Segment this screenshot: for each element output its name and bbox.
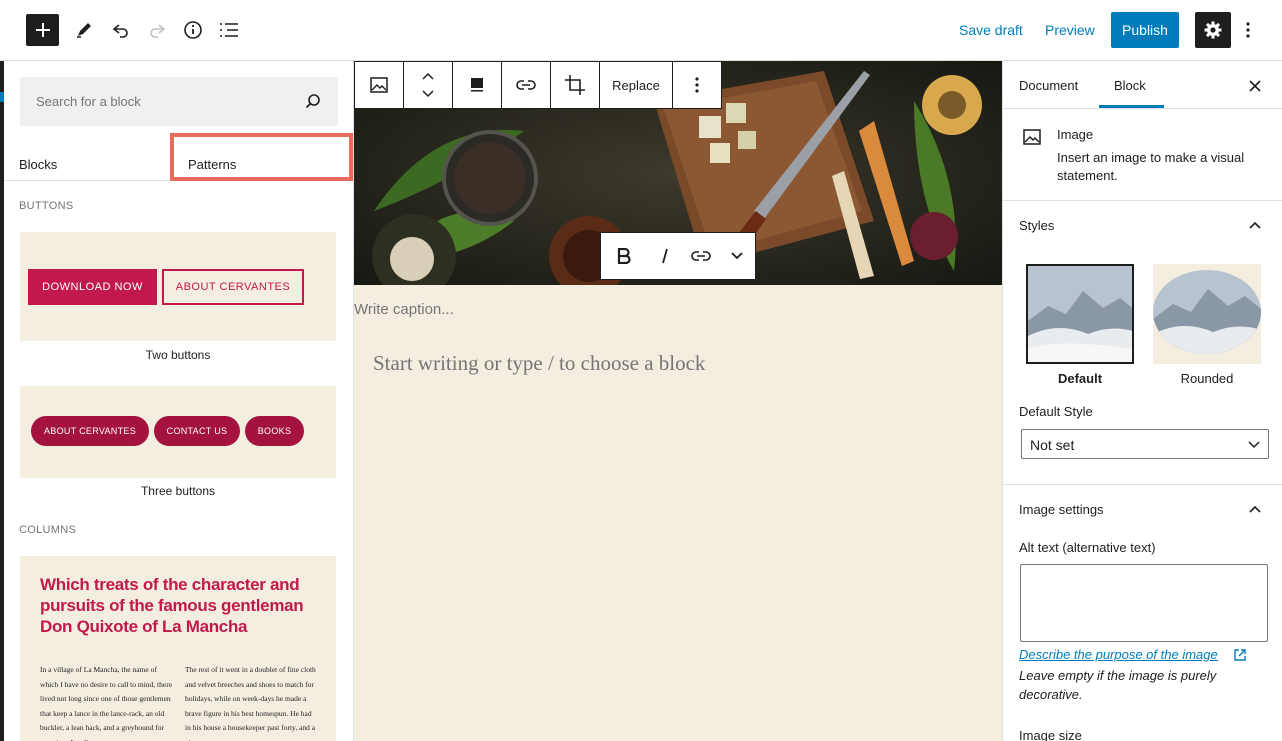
tab-blocks[interactable]: Blocks	[19, 157, 57, 172]
default-style-value: Not set	[1030, 437, 1075, 453]
block-card-title: Image	[1057, 127, 1094, 142]
chevron-up-icon[interactable]	[1247, 501, 1263, 517]
crop-button[interactable]	[551, 62, 600, 108]
block-toolbar: Replace	[354, 61, 722, 109]
link-icon	[516, 80, 536, 90]
default-style-label: Default Style	[1019, 404, 1093, 419]
bold-icon	[617, 248, 631, 264]
format-toolbar	[600, 232, 756, 280]
image-size-label: Image size	[1019, 728, 1082, 741]
pattern-label-three-buttons: Three buttons	[140, 484, 216, 498]
editor-header: Save draft Preview Publish	[0, 0, 1282, 61]
tab-divider	[1003, 108, 1282, 109]
block-inserter-panel: Search for a block Blocks Patterns BUTTO…	[4, 61, 354, 741]
category-heading-columns: COLUMNS	[19, 524, 77, 536]
image-icon	[1023, 129, 1041, 145]
pattern-label-two-buttons: Two buttons	[145, 348, 211, 362]
pattern-download-button: DOWNLOAD NOW	[28, 269, 157, 305]
block-inserter-toggle[interactable]	[26, 14, 59, 46]
options-menu-button[interactable]	[1238, 18, 1258, 42]
patterns-tab-highlight	[170, 133, 353, 181]
pattern-columns-col2: The rest of it went in a doublet of fine…	[185, 665, 316, 741]
list-view-button[interactable]	[211, 12, 247, 48]
redo-icon	[150, 24, 166, 38]
pattern-columns[interactable]: Which treats of the character and pursui…	[20, 556, 336, 741]
more-vertical-icon	[1246, 22, 1250, 38]
divider	[1003, 200, 1282, 201]
search-placeholder: Search for a block	[36, 94, 141, 109]
editor-canvas: Write caption... Start writing or type /…	[354, 61, 1002, 741]
redo-button[interactable]	[139, 12, 175, 48]
styles-panel-title[interactable]: Styles	[1019, 218, 1054, 233]
block-card-description: Insert an image to make a visual stateme…	[1057, 150, 1245, 183]
pattern-about-button: ABOUT CERVANTES	[162, 269, 304, 305]
crop-icon	[565, 75, 585, 95]
block-search-input[interactable]: Search for a block	[20, 77, 338, 126]
plus-icon	[35, 23, 50, 37]
image-icon	[370, 77, 388, 93]
image-caption-input[interactable]: Write caption...	[354, 301, 454, 318]
preview-button[interactable]: Preview	[1045, 22, 1095, 38]
alt-text-help: Leave empty if the image is purely decor…	[1019, 668, 1217, 702]
search-icon	[305, 94, 320, 109]
chevron-down-icon	[731, 252, 743, 260]
chevron-up-icon[interactable]	[1247, 217, 1263, 233]
block-type-button[interactable]	[355, 62, 404, 108]
details-button[interactable]	[175, 12, 211, 48]
gear-icon	[1204, 21, 1222, 39]
undo-icon	[112, 24, 128, 38]
pattern-three-buttons[interactable]: ABOUT CERVANTES CONTACT US BOOKS	[20, 386, 336, 478]
info-icon	[184, 21, 202, 39]
align-icon	[471, 78, 483, 92]
block-appender[interactable]: Start writing or type / to choose a bloc…	[373, 351, 705, 376]
settings-sidebar: Document Block Image Insert an image to …	[1002, 61, 1282, 741]
alt-text-field[interactable]	[1020, 564, 1268, 642]
publish-button[interactable]: Publish	[1111, 12, 1179, 48]
more-vertical-icon	[695, 77, 699, 93]
block-options-button[interactable]	[673, 62, 721, 108]
image-settings-title[interactable]: Image settings	[1019, 502, 1104, 517]
default-style-select[interactable]: Not set	[1021, 429, 1269, 459]
chevron-down-icon	[1248, 441, 1260, 449]
more-formats-button[interactable]	[719, 233, 755, 279]
external-link-icon	[1234, 649, 1246, 661]
pattern-columns-title: Which treats of the character and pursui…	[40, 575, 304, 636]
describe-image-link[interactable]: Describe the purpose of the image	[1019, 647, 1218, 662]
link-icon	[691, 251, 711, 261]
pattern-pill-about: ABOUT CERVANTES	[31, 416, 149, 446]
move-block-buttons[interactable]	[404, 62, 453, 108]
bold-button[interactable]	[601, 233, 647, 279]
replace-button[interactable]: Replace	[600, 62, 673, 108]
tab-document[interactable]: Document	[1019, 78, 1078, 93]
insert-link-button[interactable]	[502, 62, 551, 108]
pattern-pill-books: BOOKS	[245, 416, 304, 446]
mountain-preview	[1028, 266, 1132, 362]
pattern-pill-contact: CONTACT US	[154, 416, 240, 446]
tools-button[interactable]	[66, 12, 102, 48]
italic-icon	[662, 248, 668, 264]
italic-button[interactable]	[647, 233, 683, 279]
alt-text-label: Alt text (alternative text)	[1019, 540, 1156, 555]
format-link-button[interactable]	[683, 233, 719, 279]
move-up-down-icon	[422, 72, 434, 98]
block-editor: Save draft Preview Publish Search for a …	[0, 0, 1282, 741]
style-option-default[interactable]	[1026, 264, 1134, 364]
style-label-rounded: Rounded	[1180, 371, 1234, 386]
close-icon[interactable]	[1248, 79, 1262, 93]
settings-toggle-button[interactable]	[1195, 12, 1231, 48]
category-heading-buttons: BUTTONS	[19, 200, 74, 212]
mountain-preview-rounded	[1153, 270, 1261, 354]
tab-block[interactable]: Block	[1114, 78, 1146, 93]
divider	[1003, 484, 1282, 485]
style-label-default: Default	[1057, 371, 1103, 386]
save-draft-button[interactable]: Save draft	[959, 22, 1023, 38]
pattern-two-buttons[interactable]: DOWNLOAD NOW ABOUT CERVANTES	[20, 232, 336, 341]
style-option-rounded[interactable]	[1153, 264, 1261, 364]
edit-pencil-icon	[77, 23, 91, 38]
align-button[interactable]	[453, 62, 502, 108]
undo-button[interactable]	[103, 12, 139, 48]
pattern-columns-col1: In a village of La Mancha, the name of w…	[40, 665, 173, 741]
list-view-icon	[220, 23, 238, 37]
